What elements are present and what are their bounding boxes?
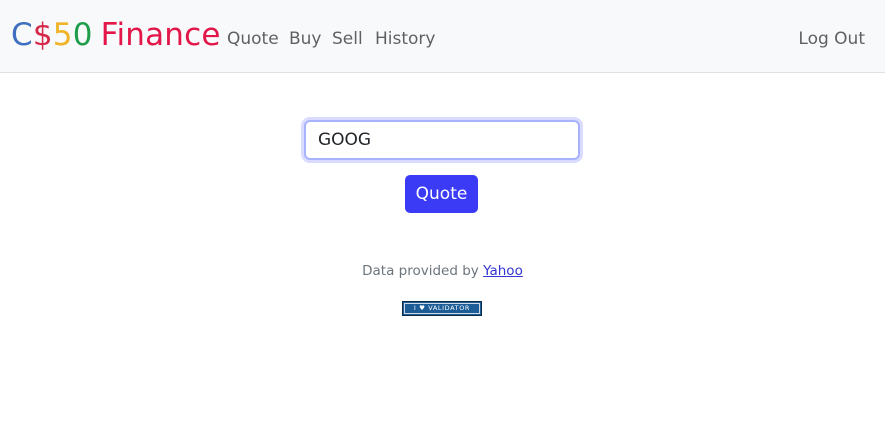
nav-link-sell[interactable]: Sell [332,27,363,51]
attribution-prefix: Data provided by [362,263,479,279]
brand-letter-0: 0 [72,17,93,53]
brand-logo-link[interactable]: C$50 Finance [11,14,221,56]
yahoo-link[interactable]: Yahoo [483,263,523,279]
data-attribution: Data provided by Yahoo [0,262,885,280]
nav-link-quote[interactable]: Quote [227,27,279,51]
brand-letter-c: C [11,17,33,53]
quote-submit-button[interactable]: Quote [405,175,478,213]
navbar: C$50 Finance Quote Buy Sell History Log O… [0,0,885,73]
validator-badge[interactable]: I ♥ VALIDATOR [402,301,482,316]
brand-letter-dollar: $ [32,17,53,53]
nav-link-buy[interactable]: Buy [289,27,322,51]
nav-link-history[interactable]: History [375,27,435,51]
nav-link-logout[interactable]: Log Out [798,27,865,51]
brand-word-finance: Finance [100,17,221,53]
symbol-input[interactable] [304,120,580,160]
brand-letter-5: 5 [52,17,73,53]
